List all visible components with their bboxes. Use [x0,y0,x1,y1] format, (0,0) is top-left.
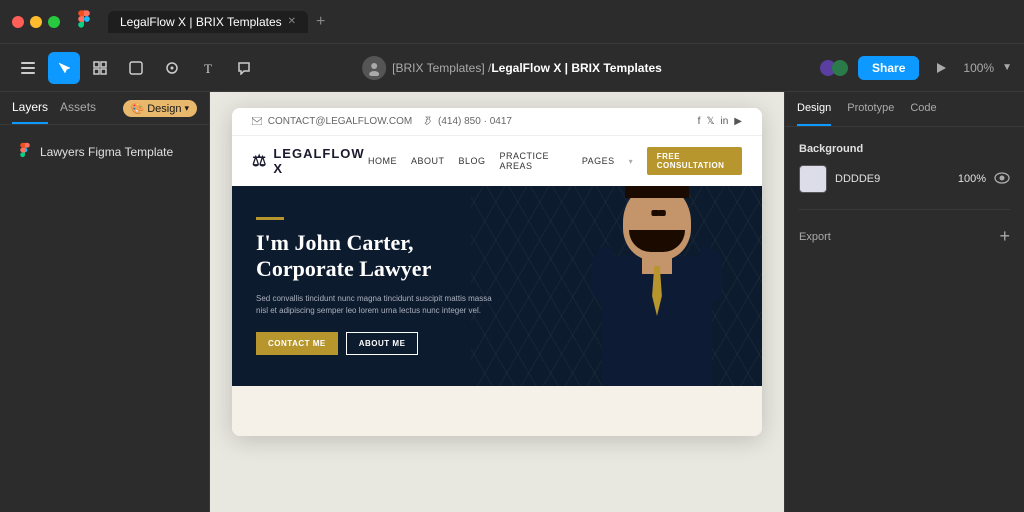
site-hero: I'm John Carter, Corporate Lawyer Sed co… [232,186,762,386]
tab-code[interactable]: Code [910,92,936,126]
site-topbar-left: CONTACT@LEGALFLOW.COM (414) 850 · 0417 [252,116,512,127]
site-nav: ⚖ LEGALFLOW X HOME ABOUT BLOG PRACTICE A… [232,136,762,186]
tab-design[interactable]: Design [797,92,831,126]
design-badge-label: Design [147,103,181,115]
nav-practice[interactable]: PRACTICE AREAS [500,151,568,171]
add-tab-button[interactable]: + [312,13,329,31]
logo-text: LEGALFLOW X [273,146,368,176]
title-bar: LegalFlow X | BRIX Templates ✕ + [0,0,1024,44]
right-panel-content: Background DDDDE9 100% Export + [785,127,1024,263]
breadcrumb: [BRIX Templates] /LegalFlow X | BRIX Tem… [392,61,662,75]
nav-pages-chevron-icon: ▾ [629,157,633,166]
pen-tool-icon[interactable] [156,52,188,84]
right-panel: Design Prototype Code Background DDDDE9 … [784,92,1024,512]
color-swatch[interactable] [799,165,827,193]
tab-assets[interactable]: Assets [60,100,96,124]
toolbar-right: Share 100% ▼ [818,52,1012,84]
toolbar: T [BRIX Templates] /LegalFlow X | BRIX T… [0,44,1024,92]
right-panel-tabs: Design Prototype Code [785,92,1024,127]
layer-label: Lawyers Figma Template [40,145,173,159]
zoom-chevron-icon[interactable]: ▼ [1002,62,1012,73]
hero-subtitle: Sed convallis tincidunt nunc magna tinci… [256,293,496,319]
design-badge[interactable]: 🎨 Design ▾ [123,100,197,124]
svg-text:T: T [204,61,212,75]
avatars-group-icon [818,52,850,84]
twitter-icon: 𝕏 [706,116,714,127]
site-nav-links: HOME ABOUT BLOG PRACTICE AREAS PAGES ▾ F… [368,147,742,175]
zoom-label[interactable]: 100% [963,61,994,75]
minimize-button[interactable] [30,16,42,28]
share-button[interactable]: Share [858,56,919,80]
shape-tool-icon[interactable] [120,52,152,84]
nav-about[interactable]: ABOUT [411,156,445,166]
play-button[interactable] [927,54,955,82]
site-topbar: CONTACT@LEGALFLOW.COM (414) 850 · 0417 f… [232,108,762,136]
layer-item[interactable]: Lawyers Figma Template [12,137,197,166]
background-section-title: Background [799,143,1010,155]
topbar-phone: (414) 850 · 0417 [424,116,512,127]
logo-icon: ⚖ [252,151,267,171]
tab-prototype[interactable]: Prototype [847,92,894,126]
tab-layers[interactable]: Layers [12,100,48,124]
active-tab[interactable]: LegalFlow X | BRIX Templates ✕ [108,11,308,33]
maximize-button[interactable] [48,16,60,28]
left-panel: Layers Assets 🎨 Design ▾ [0,92,210,512]
toolbar-left: T [12,52,260,84]
menu-icon[interactable] [12,52,44,84]
youtube-icon: ▶ [734,116,742,127]
visibility-icon[interactable] [994,172,1010,187]
nav-cta[interactable]: FREE CONSULTATION [647,147,742,175]
user-avatar [362,56,386,80]
frame-tool-icon[interactable] [84,52,116,84]
select-tool-icon[interactable] [48,52,80,84]
tab-bar: LegalFlow X | BRIX Templates ✕ + [108,11,329,33]
opacity-value[interactable]: 100% [958,173,986,185]
hero-about-button[interactable]: ABOUT ME [346,332,419,355]
figma-file-icon [18,141,32,162]
left-panel-tabs: Layers Assets 🎨 Design ▾ [0,92,209,125]
hero-accent-line [256,217,284,220]
site-logo: ⚖ LEGALFLOW X [252,146,368,176]
site-topbar-social: f 𝕏 in ▶ [698,116,742,127]
export-label: Export [799,231,831,243]
hero-title: I'm John Carter, Corporate Lawyer [256,230,738,283]
tab-close-icon[interactable]: ✕ [288,16,296,27]
close-button[interactable] [12,16,24,28]
color-value[interactable]: DDDDE9 [835,173,950,185]
traffic-lights [12,16,60,28]
figma-logo-icon [76,8,92,35]
nav-home[interactable]: HOME [368,156,397,166]
export-add-button[interactable]: + [999,226,1010,247]
export-row: Export + [799,209,1010,247]
linkedin-icon: in [721,116,729,127]
hero-contact-button[interactable]: CONTACT ME [256,332,338,355]
comment-tool-icon[interactable] [228,52,260,84]
topbar-email: CONTACT@LEGALFLOW.COM [252,116,412,127]
site-below-hero [232,386,762,436]
text-tool-icon[interactable]: T [192,52,224,84]
toolbar-center: [BRIX Templates] /LegalFlow X | BRIX Tem… [362,56,662,80]
nav-pages[interactable]: PAGES [582,156,615,166]
main-area: Layers Assets 🎨 Design ▾ [0,92,1024,512]
canvas-area[interactable]: CONTACT@LEGALFLOW.COM (414) 850 · 0417 f… [210,92,784,512]
website-preview: CONTACT@LEGALFLOW.COM (414) 850 · 0417 f… [232,108,762,436]
nav-blog[interactable]: BLOG [459,156,486,166]
hero-buttons: CONTACT ME ABOUT ME [256,332,738,355]
tab-label: LegalFlow X | BRIX Templates [120,15,282,29]
left-panel-content: Lawyers Figma Template [0,125,209,178]
facebook-icon: f [698,116,701,127]
background-color-row: DDDDE9 100% [799,165,1010,193]
breadcrumb-active: LegalFlow X | BRIX Templates [491,61,662,75]
hero-content: I'm John Carter, Corporate Lawyer Sed co… [232,197,762,375]
breadcrumb-prefix: [BRIX Templates] / [392,61,491,75]
